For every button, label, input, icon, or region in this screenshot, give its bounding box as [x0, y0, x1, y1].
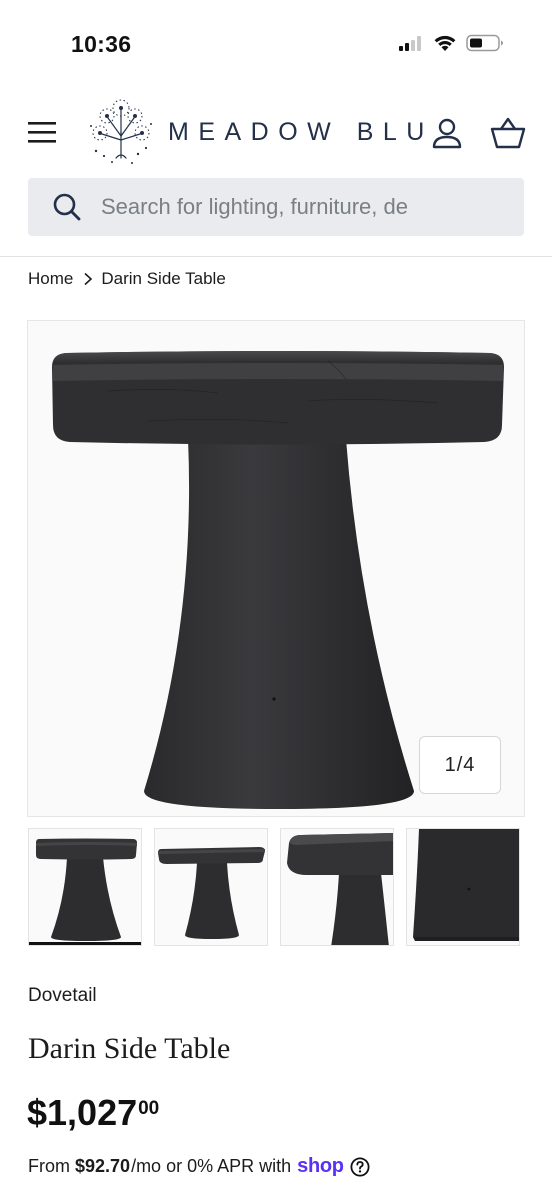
image-counter: 1/4 — [419, 736, 501, 794]
site-header: MEADOW BLU — [0, 90, 552, 175]
battery-icon — [466, 34, 503, 52]
price-cents: 00 — [138, 1098, 160, 1119]
thumb-top-image — [287, 833, 393, 945]
basket-icon — [490, 117, 526, 149]
thumb-base-image — [413, 829, 519, 941]
status-time: 10:36 — [71, 31, 132, 57]
menu-button[interactable] — [26, 118, 60, 146]
thumb-base-detail[interactable] — [406, 828, 520, 946]
thumb-top-detail[interactable] — [280, 828, 394, 946]
cart-button[interactable] — [490, 116, 526, 150]
thumb-front-image — [36, 838, 137, 941]
header-divider — [0, 256, 552, 257]
shop-pay-logo: shop — [297, 1155, 344, 1177]
search-input[interactable]: Search for lighting, furniture, de — [101, 194, 511, 220]
installment-suffix: /mo or 0% APR with — [131, 1156, 292, 1176]
hamburger-menu-icon — [28, 122, 56, 143]
product-vendor[interactable]: Dovetail — [28, 985, 97, 1007]
help-icon[interactable] — [350, 1156, 370, 1177]
site-logo[interactable]: MEADOW BLU — [86, 96, 434, 168]
thumb-angle-view[interactable] — [154, 828, 268, 946]
account-button[interactable] — [430, 116, 464, 150]
thumbnail-strip — [28, 828, 524, 946]
search-icon[interactable] — [52, 192, 82, 222]
thumb-angle-image — [158, 847, 265, 939]
search-bar[interactable]: Search for lighting, furniture, de — [28, 178, 524, 236]
chevron-right-icon — [83, 272, 93, 286]
logo-wordmark: MEADOW BLU — [168, 117, 434, 146]
status-icons — [398, 34, 504, 52]
account-icon — [432, 118, 462, 149]
breadcrumb: Home Darin Side Table — [28, 269, 226, 289]
price-main: $1,027 — [27, 1092, 138, 1133]
product-price: $1,027 00 — [27, 1092, 159, 1134]
breadcrumb-home-link[interactable]: Home — [28, 269, 73, 289]
dandelion-logo-icon — [90, 99, 152, 164]
status-bar: 10:36 — [0, 0, 552, 90]
cellular-signal-icon — [399, 36, 421, 51]
installment-info: From $92.70 /mo or 0% APR with shop — [28, 1155, 370, 1178]
breadcrumb-current: Darin Side Table — [101, 269, 226, 288]
wifi-icon — [434, 35, 456, 51]
product-title: Darin Side Table — [28, 1032, 231, 1065]
installment-prefix: From — [28, 1156, 70, 1176]
installment-amount: $92.70 — [75, 1156, 131, 1176]
thumb-front-view[interactable] — [28, 828, 142, 946]
